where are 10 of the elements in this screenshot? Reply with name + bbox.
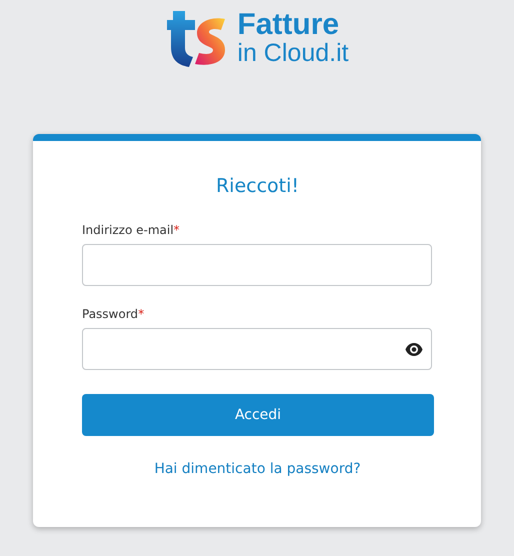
- eye-icon[interactable]: [405, 342, 423, 356]
- login-button[interactable]: Accedi: [82, 394, 434, 436]
- email-field[interactable]: [82, 244, 432, 286]
- forgot-password-link[interactable]: Hai dimenticato la password?: [154, 461, 361, 477]
- field-label: Password*: [82, 307, 144, 321]
- logo-wordmark: in Cloud.it: [237, 41, 349, 66]
- password-field[interactable]: [82, 328, 432, 370]
- logo-wordmark: Fatture: [237, 10, 340, 40]
- field-label: Indirizzo e-mail*: [82, 223, 180, 237]
- card-title: Rieccoti!: [214, 175, 300, 197]
